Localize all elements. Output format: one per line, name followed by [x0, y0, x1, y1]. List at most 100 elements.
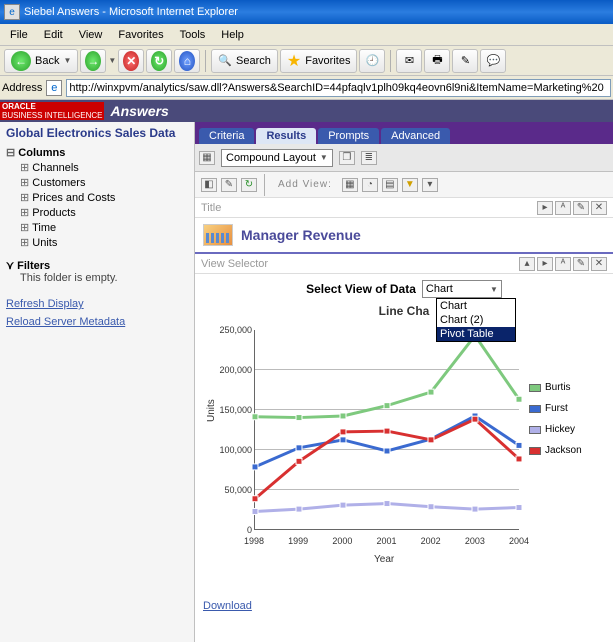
address-label: Address	[2, 82, 42, 94]
x-axis-label: Year	[374, 554, 394, 565]
x-tick: 2001	[376, 536, 396, 546]
favorites-button[interactable]: ★Favorites	[280, 49, 358, 73]
legend-item[interactable]: Furst	[529, 403, 582, 414]
add-view-row: ◧ ✎ ↻ Add View: ▦ ◔ ▤ ▼ ▾	[195, 172, 613, 198]
y-tick: 50,000	[218, 485, 252, 495]
chart-area: Units Year BurtisFurstHickeyJackson 050,…	[204, 322, 604, 592]
menu-edit[interactable]: Edit	[36, 27, 71, 43]
layout-icon[interactable]: ▦	[199, 151, 215, 165]
view-selector-header: View Selector ▴ ▸ ᴬ ✎ ✕	[195, 254, 613, 274]
view-option-pivot[interactable]: Pivot Table	[437, 327, 515, 341]
y-tick: 150,000	[218, 405, 252, 415]
mail-icon: ✉	[405, 54, 414, 67]
menu-tools[interactable]: Tools	[172, 27, 214, 43]
col-units[interactable]: Units	[6, 236, 188, 251]
menu-view[interactable]: View	[71, 27, 111, 43]
addview-pivot-icon[interactable]: ▤	[382, 178, 398, 192]
reload-metadata-link[interactable]: Reload Server Metadata	[6, 316, 188, 328]
menu-help[interactable]: Help	[213, 27, 252, 43]
refresh-data-icon[interactable]: ↻	[241, 178, 257, 192]
addview-table-icon[interactable]: ▦	[342, 178, 358, 192]
history-icon: 🕘	[366, 54, 380, 67]
address-input[interactable]	[66, 79, 611, 97]
view-select-row: Select View of Data Chart ▼ Chart Chart …	[195, 274, 613, 304]
col-customers[interactable]: Customers	[6, 176, 188, 191]
filters-header[interactable]: Filters	[6, 259, 188, 272]
x-tick: 1999	[288, 536, 308, 546]
columns-header[interactable]: Columns	[6, 146, 188, 159]
edit-button[interactable]: ✎	[452, 49, 478, 73]
tab-bar: Criteria Results Prompts Advanced	[195, 122, 613, 144]
x-tick: 2004	[509, 536, 529, 546]
refresh-button[interactable]: ↻	[146, 49, 172, 73]
vs-moveup-icon[interactable]: ▴	[519, 257, 535, 271]
x-tick: 1998	[244, 536, 264, 546]
search-label: Search	[236, 55, 271, 67]
properties-icon[interactable]: ≣	[361, 151, 377, 165]
chevron-down-icon: ▼	[490, 285, 498, 294]
view-select-dropdown[interactable]: Chart ▼	[422, 280, 502, 298]
col-products[interactable]: Products	[6, 206, 188, 221]
refresh-icon: ↻	[151, 51, 167, 71]
preview-icon[interactable]: ◧	[201, 178, 217, 192]
download-link[interactable]: Download	[195, 596, 260, 616]
title-section-header: Title ▸ ᴬ ✎ ✕	[195, 198, 613, 218]
y-tick: 200,000	[218, 365, 252, 375]
view-option-chart[interactable]: Chart	[437, 299, 515, 313]
col-prices[interactable]: Prices and Costs	[6, 191, 188, 206]
tab-results[interactable]: Results	[256, 128, 316, 144]
copy-icon[interactable]: ❐	[339, 151, 355, 165]
ie-icon: e	[4, 4, 20, 20]
chart-title: Line Cha	[195, 304, 613, 318]
menu-favorites[interactable]: Favorites	[110, 27, 171, 43]
legend-item[interactable]: Hickey	[529, 424, 582, 435]
vs-move-icon[interactable]: ▸	[537, 257, 553, 271]
title-move-icon[interactable]: ▸	[537, 201, 553, 215]
edit-icon: ✎	[461, 54, 470, 67]
chart-plot[interactable]	[254, 330, 519, 530]
addview-chart-icon[interactable]: ◔	[362, 178, 378, 192]
tab-prompts[interactable]: Prompts	[318, 128, 379, 144]
print-icon: 🖶	[432, 51, 442, 70]
legend-item[interactable]: Jackson	[529, 445, 582, 456]
x-tick: 2002	[421, 536, 441, 546]
title-edit-icon[interactable]: ✎	[573, 201, 589, 215]
title-format-icon[interactable]: ᴬ	[555, 201, 571, 215]
title-section-label: Title	[201, 202, 221, 214]
home-button[interactable]: ⌂	[174, 49, 200, 73]
print-button[interactable]: 🖶	[424, 49, 450, 73]
window-title: Siebel Answers - Microsoft Internet Expl…	[24, 6, 609, 18]
addview-filter-icon[interactable]: ▼	[402, 178, 418, 192]
refresh-display-link[interactable]: Refresh Display	[6, 298, 188, 310]
legend-item[interactable]: Burtis	[529, 382, 582, 393]
compound-layout-select[interactable]: Compound Layout ▼	[221, 149, 333, 167]
addview-more-icon[interactable]: ▾	[422, 178, 438, 192]
y-tick: 100,000	[218, 445, 252, 455]
y-axis-label: Units	[206, 399, 217, 422]
view-option-chart2[interactable]: Chart (2)	[437, 313, 515, 327]
discuss-button[interactable]: 💬	[480, 49, 506, 73]
browser-toolbar: ←Back▼ → ▼ ✕ ↻ ⌂ 🔍Search ★Favorites 🕘 ✉ …	[0, 46, 613, 76]
back-button[interactable]: ←Back▼	[4, 49, 78, 73]
refresh-view-icon[interactable]: ✎	[221, 178, 237, 192]
menu-file[interactable]: File	[2, 27, 36, 43]
back-icon: ←	[11, 51, 31, 71]
vs-delete-icon[interactable]: ✕	[591, 257, 607, 271]
history-button[interactable]: 🕘	[359, 49, 385, 73]
col-channels[interactable]: Channels	[6, 161, 188, 176]
title-delete-icon[interactable]: ✕	[591, 201, 607, 215]
view-select-options: Chart Chart (2) Pivot Table	[436, 298, 516, 342]
col-time[interactable]: Time	[6, 221, 188, 236]
vs-edit-icon[interactable]: ✎	[573, 257, 589, 271]
vs-format-icon[interactable]: ᴬ	[555, 257, 571, 271]
search-button[interactable]: 🔍Search	[211, 49, 278, 73]
view-selector-label: View Selector	[201, 258, 268, 270]
compound-layout-label: Compound Layout	[226, 152, 316, 164]
tab-criteria[interactable]: Criteria	[199, 128, 254, 144]
report-title: Manager Revenue	[241, 227, 361, 243]
mail-button[interactable]: ✉	[396, 49, 422, 73]
tab-advanced[interactable]: Advanced	[381, 128, 450, 144]
stop-button[interactable]: ✕	[118, 49, 144, 73]
forward-button[interactable]: →	[80, 49, 106, 73]
forward-icon: →	[85, 51, 101, 71]
